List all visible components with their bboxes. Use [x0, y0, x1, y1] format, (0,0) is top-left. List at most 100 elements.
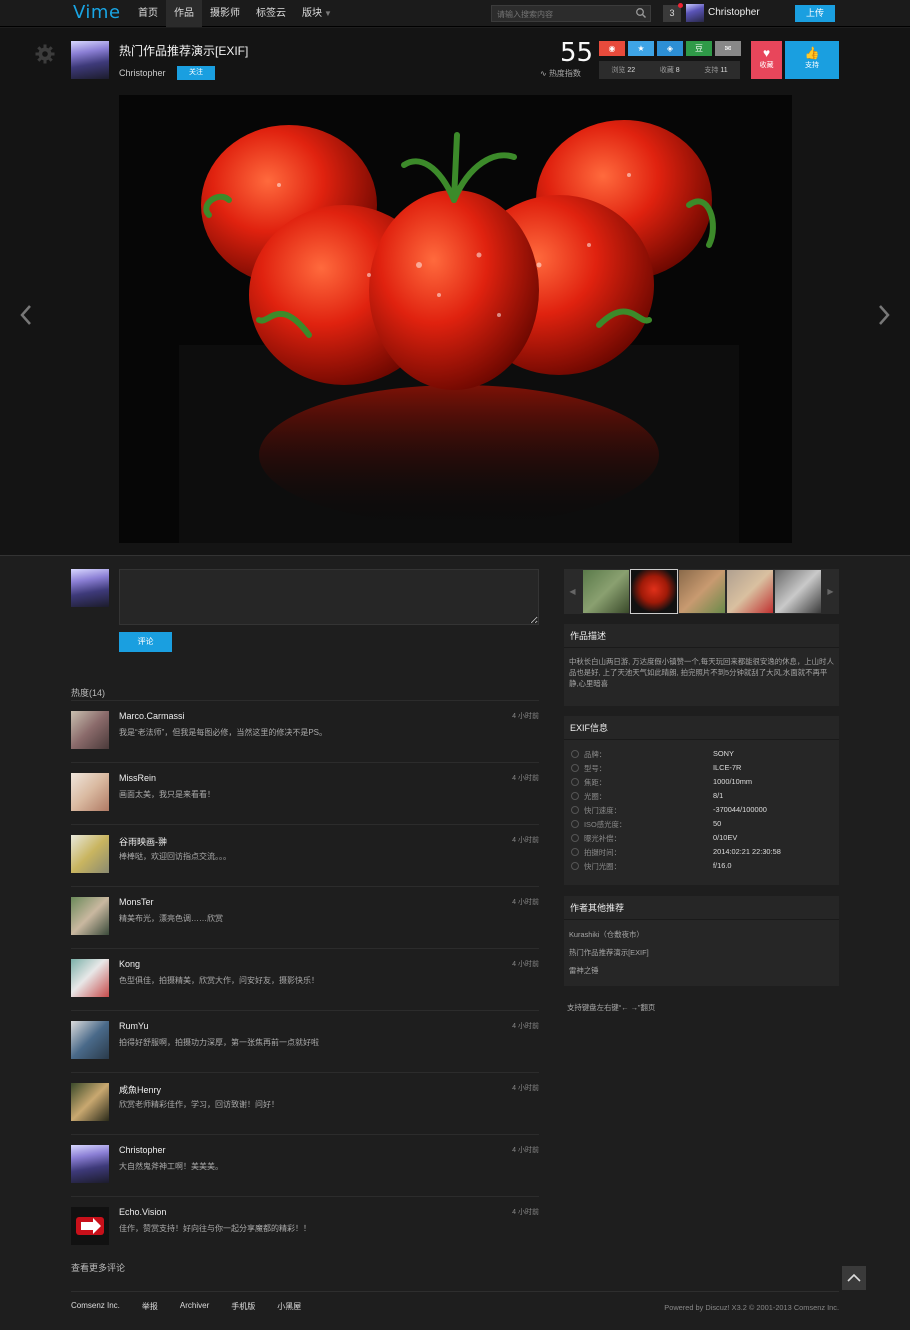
- exif-label: 快门光圈：: [584, 862, 621, 871]
- top-navbar: Vime 首页 作品 摄影师 标签云 版块▼ 3 Christopher 上传: [0, 0, 910, 27]
- support-button[interactable]: 👍 支持: [785, 41, 839, 79]
- pulse-icon: ∿: [540, 69, 549, 78]
- support-stat: 支持 11: [704, 65, 727, 75]
- follow-button[interactable]: 关注: [177, 66, 215, 80]
- chevron-left-icon[interactable]: [18, 303, 34, 327]
- chevron-right-icon[interactable]: [876, 303, 892, 327]
- avatar[interactable]: [71, 835, 109, 873]
- weibo-icon[interactable]: ◉: [599, 41, 625, 56]
- email-icon[interactable]: ✉: [715, 41, 741, 56]
- other-work-link[interactable]: 雷神之锤: [564, 962, 839, 980]
- qzone-icon[interactable]: ◈: [657, 41, 683, 56]
- comment-text: 棒棒哒，欢迎回访指点交流。。。: [119, 852, 231, 861]
- submit-comment-button[interactable]: 评论: [119, 632, 172, 652]
- author-name[interactable]: Christopher: [119, 68, 166, 78]
- comment-author[interactable]: MissRein: [119, 773, 156, 783]
- gear-icon[interactable]: [35, 44, 55, 64]
- comment-author[interactable]: 咸魚Henry: [119, 1083, 161, 1096]
- nav-forums[interactable]: 版块 ▼: [294, 0, 340, 27]
- comment-time: 4 小时前: [512, 961, 539, 968]
- nav-tag-cloud[interactable]: 标签云: [248, 0, 294, 27]
- favorite-button[interactable]: ♥ 收藏: [751, 41, 782, 79]
- thumbnail[interactable]: [583, 570, 629, 613]
- favs-label: 收藏: [659, 67, 674, 74]
- thumbnail[interactable]: [775, 570, 821, 613]
- footer-links: Comsenz Inc. 举报 Archiver 手机版 小黑屋: [71, 1301, 323, 1312]
- exif-row: 拍摄时间： 2014:02:21 22:30:58: [564, 846, 839, 860]
- avatar[interactable]: [71, 959, 109, 997]
- avatar[interactable]: [71, 773, 109, 811]
- comment-time: 4 小时前: [512, 1085, 539, 1092]
- footer-link-blackroom[interactable]: 小黑屋: [277, 1301, 301, 1312]
- keyboard-hint: 支持键盘左右键“← →”翻页: [567, 1003, 656, 1012]
- heat-index-text: 热度指数: [548, 69, 581, 78]
- exif-row: 快门光圈： f/16.0: [564, 860, 839, 874]
- chevron-right-icon[interactable]: ▶: [822, 569, 839, 614]
- exif-panel: EXIF信息 品牌： SONY 型号： ILCE-7R 焦距： 1000/10mm 光…: [564, 716, 839, 885]
- exif-row: 品牌： SONY: [564, 748, 839, 762]
- list-item: 谷雨映画-翀 4 小时前 棒棒哒，欢迎回访指点交流。。。: [71, 824, 539, 886]
- favs-count: 8: [675, 67, 680, 74]
- search-icon[interactable]: [635, 7, 647, 19]
- search-box: [491, 5, 651, 22]
- scroll-to-top-icon[interactable]: [842, 1266, 866, 1290]
- douban-icon[interactable]: 豆: [686, 41, 712, 56]
- comment-time: 4 小时前: [512, 899, 539, 906]
- comment-input[interactable]: [119, 569, 539, 625]
- comment-time: 4 小时前: [512, 1023, 539, 1030]
- user-menu-name[interactable]: Christopher: [708, 7, 760, 18]
- comment-author[interactable]: Echo.Vision: [119, 1207, 166, 1217]
- chevron-left-icon[interactable]: ◀: [564, 569, 581, 614]
- thumbnail-strip: ◀ ▶: [564, 569, 839, 614]
- avatar[interactable]: [71, 897, 109, 935]
- avatar[interactable]: [71, 711, 109, 749]
- search-input[interactable]: [492, 7, 632, 22]
- avatar[interactable]: [71, 1207, 109, 1245]
- heat-index-label: ∿ 热度指数: [540, 68, 581, 79]
- footer-link-archiver[interactable]: Archiver: [180, 1301, 209, 1312]
- comment-author[interactable]: Kong: [119, 959, 140, 969]
- exif-row: 型号： ILCE-7R: [564, 762, 839, 776]
- exif-row: ISO感光度： 50: [564, 818, 839, 832]
- other-work-link[interactable]: 热门作品推荐演示[EXIF]: [564, 944, 839, 962]
- footer-link-mobile[interactable]: 手机版: [231, 1301, 255, 1312]
- comment-author[interactable]: Christopher: [119, 1145, 166, 1155]
- comment-time: 4 小时前: [512, 1147, 539, 1154]
- star-icon[interactable]: ★: [628, 41, 654, 56]
- exif-value: ILCE-7R: [713, 763, 742, 772]
- exposure-icon: [571, 834, 579, 842]
- comment-author[interactable]: MonsTer: [119, 897, 154, 907]
- list-item: Echo.Vision 4 小时前 佳作，赞赏支持！好向往与你一起分享魔都的精彩…: [71, 1196, 539, 1258]
- thumbnail[interactable]: [679, 570, 725, 613]
- description-title: 作品描述: [564, 624, 839, 648]
- comment-time: 4 小时前: [512, 713, 539, 720]
- comment-author[interactable]: RumYu: [119, 1021, 149, 1031]
- avatar[interactable]: [71, 1021, 109, 1059]
- comment-text: 色型俱佳，拍摄精美，欣赏大作，问安好友，摄影快乐！: [119, 976, 319, 985]
- author-avatar[interactable]: [71, 41, 109, 79]
- page-title: 热门作品推荐演示[EXIF]: [119, 44, 249, 58]
- thumbnail[interactable]: [630, 569, 678, 614]
- avatar[interactable]: [686, 4, 704, 22]
- avatar[interactable]: [71, 1083, 109, 1121]
- exif-label: 品牌：: [584, 750, 607, 759]
- nav-home[interactable]: 首页: [130, 0, 166, 27]
- thumbnail[interactable]: [727, 570, 773, 613]
- notification-badge[interactable]: 3: [663, 3, 683, 22]
- comment-author[interactable]: Marco.Carmassi: [119, 711, 185, 721]
- comment-author[interactable]: 谷雨映画-翀: [119, 835, 167, 848]
- footer-link-report[interactable]: 举报: [142, 1301, 158, 1312]
- list-item: 咸魚Henry 4 小时前 欣赏老师精彩佳作，学习，回访致谢！问好！: [71, 1072, 539, 1134]
- exif-label: 型号：: [584, 764, 607, 773]
- site-logo[interactable]: Vime: [73, 2, 121, 24]
- comment-time: 4 小时前: [512, 1209, 539, 1216]
- arrow-logo-icon: [76, 1217, 104, 1235]
- exif-row: 光圈： 8/1: [564, 790, 839, 804]
- nav-works[interactable]: 作品: [166, 0, 202, 27]
- footer-link-comsenz[interactable]: Comsenz Inc.: [71, 1301, 120, 1312]
- other-work-link[interactable]: Kurashiki（仓敷夜市）: [564, 926, 839, 944]
- nav-photographers[interactable]: 摄影师: [202, 0, 248, 27]
- avatar[interactable]: [71, 1145, 109, 1183]
- more-comments-link[interactable]: 查看更多评论: [71, 1261, 125, 1274]
- upload-button[interactable]: 上传: [795, 5, 835, 22]
